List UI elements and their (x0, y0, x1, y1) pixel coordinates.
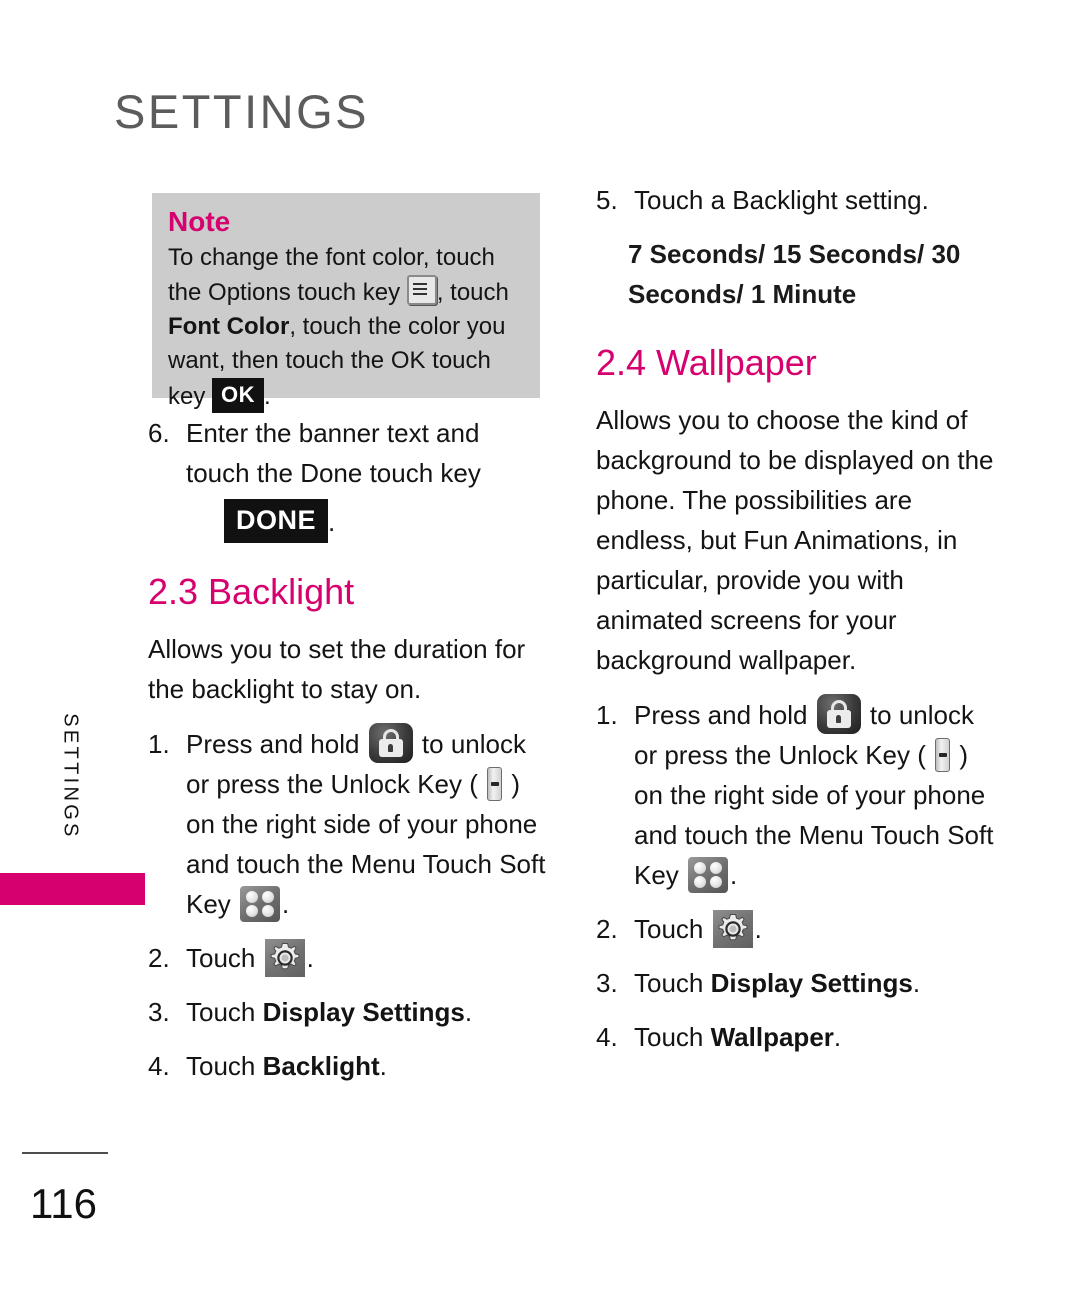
backlight-step-5-number: 5. (596, 185, 618, 215)
wallpaper-step-4-text-2: . (833, 1022, 842, 1052)
wallpaper-step-1-text-4: . (730, 860, 738, 890)
ok-key-badge[interactable]: OK (212, 377, 265, 413)
backlight-step-3-text-2: . (464, 997, 473, 1027)
wallpaper-step-1-number: 1. (596, 700, 618, 730)
manual-page: SETTINGS SETTINGS Note To change the fon… (0, 0, 1080, 1295)
backlight-step-3-text-1: Touch (186, 997, 263, 1027)
wallpaper-step-3-bold: Display Settings (710, 968, 913, 998)
backlight-step-5-text: Touch a Backlight setting. (634, 185, 929, 215)
options-list-icon (406, 274, 437, 305)
side-tab: SETTINGS (0, 705, 145, 905)
note-body: To change the font color, touch the Opti… (168, 241, 524, 414)
note-box: Note To change the font color, touch the… (152, 193, 540, 413)
wallpaper-step-2-text-2: . (754, 914, 762, 944)
wallpaper-step-2-number: 2. (596, 914, 618, 944)
left-step-6-trailing: . (328, 507, 336, 537)
wallpaper-step-1-text-1: Press and hold (634, 700, 808, 730)
backlight-step-4-text-2: . (379, 1051, 387, 1081)
wallpaper-intro: Allows you to choose the kind of backgro… (596, 405, 994, 675)
side-unlock-key-icon (487, 767, 503, 801)
wallpaper-step-4: 4. Touch Wallpaper. (596, 1017, 996, 1057)
note-text-4: . (264, 382, 271, 410)
wallpaper-step-4-bold: Wallpaper (710, 1022, 834, 1052)
side-tab-label: SETTINGS (59, 713, 82, 840)
lock-icon (816, 694, 861, 734)
side-unlock-key-icon (935, 738, 951, 772)
backlight-step-1-text-1: Press and hold (186, 729, 360, 759)
lock-icon (368, 723, 413, 763)
wallpaper-step-2: 2. Touch . (596, 909, 996, 949)
backlight-step-1-number: 1. (148, 729, 170, 759)
page-number: 116 (30, 1180, 97, 1227)
backlight-step-2-text-2: . (306, 943, 314, 973)
side-tab-color-swatch (0, 873, 145, 905)
backlight-step-4: 4. Touch Backlight. (148, 1046, 548, 1086)
wallpaper-step-4-number: 4. (596, 1022, 618, 1052)
gear-icon (712, 910, 753, 948)
menu-grid-icon (240, 886, 281, 922)
backlight-intro: Allows you to set the duration for the b… (148, 634, 526, 704)
wallpaper-step-3: 3. Touch Display Settings. (596, 963, 996, 1003)
footer-divider (22, 1152, 108, 1154)
backlight-step-4-text-1: Touch (186, 1051, 263, 1081)
backlight-step-2: 2. Touch . (148, 938, 548, 978)
wallpaper-step-1: 1. Press and hold to unlock or press the … (596, 694, 996, 895)
backlight-duration-options: 7 Seconds/ 15 Seconds/ 30 Seconds/ 1 Min… (628, 239, 961, 309)
wallpaper-step-3-number: 3. (596, 968, 618, 998)
wallpaper-step-2-text-1: Touch (634, 914, 704, 944)
left-step-6: 6. Enter the banner text and touch the Do… (148, 413, 548, 543)
left-step-6-number: 6. (148, 418, 170, 448)
backlight-step-1: 1. Press and hold to unlock or press the … (148, 723, 548, 924)
section-heading-wallpaper: 2.4 Wallpaper (596, 342, 817, 383)
wallpaper-step-3-text-2: . (912, 968, 921, 998)
backlight-step-2-text-1: Touch (186, 943, 256, 973)
left-step-6-text: Enter the banner text and touch the Done… (186, 418, 481, 488)
backlight-step-4-number: 4. (148, 1051, 170, 1081)
backlight-step-5: 5. Touch a Backlight setting. (596, 180, 996, 220)
note-text-2: , touch (436, 278, 509, 306)
gear-icon (264, 939, 305, 977)
page-title: SETTINGS (114, 85, 370, 138)
backlight-step-3: 3. Touch Display Settings. (148, 992, 548, 1032)
right-column: 5. Touch a Backlight setting. 7 Seconds/ … (596, 180, 996, 1057)
backlight-step-3-number: 3. (148, 997, 170, 1027)
wallpaper-step-3-text-1: Touch (634, 968, 711, 998)
note-title: Note (168, 206, 231, 237)
note-bold-font-color: Font Color (168, 312, 290, 340)
backlight-step-3-bold: Display Settings (262, 997, 465, 1027)
backlight-step-2-number: 2. (148, 943, 170, 973)
wallpaper-step-4-text-1: Touch (634, 1022, 711, 1052)
left-column: 6. Enter the banner text and touch the Do… (148, 413, 548, 1086)
done-key-badge[interactable]: DONE (224, 499, 329, 543)
section-heading-backlight: 2.3 Backlight (148, 571, 355, 612)
backlight-step-1-text-4: . (282, 889, 290, 919)
menu-grid-icon (688, 857, 729, 893)
backlight-step-4-bold: Backlight (262, 1051, 380, 1081)
